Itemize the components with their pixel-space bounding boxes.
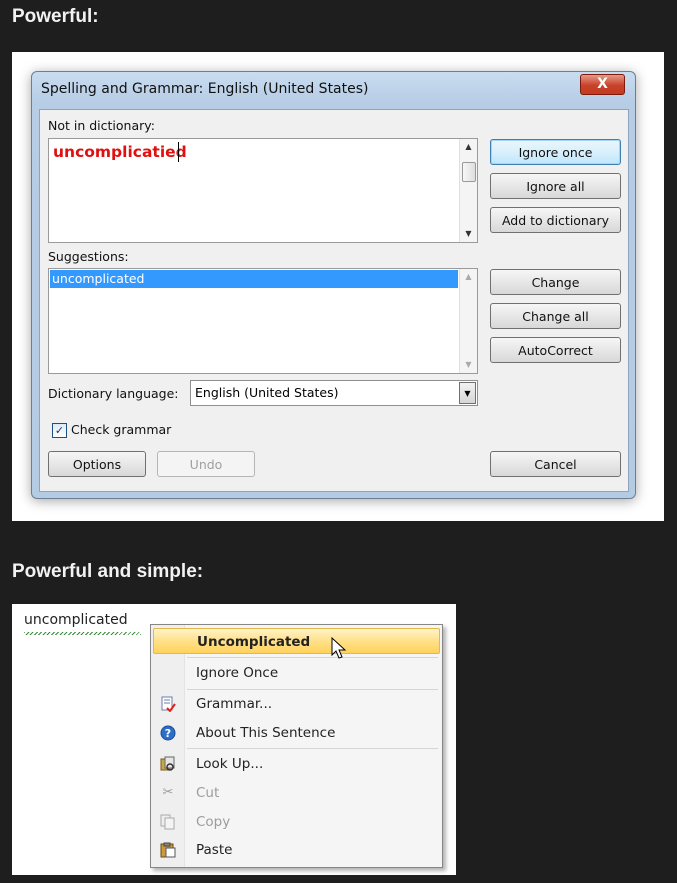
menu-item-cut: ✂ Cut — [153, 780, 440, 806]
menu-item-label: About This Sentence — [196, 725, 336, 741]
spelling-squiggle — [24, 632, 141, 635]
dictionary-language-select[interactable]: English (United States) ▼ — [190, 380, 478, 406]
clipboard-icon — [160, 842, 176, 858]
menu-item-label: Cut — [196, 785, 220, 801]
mouse-pointer-icon — [331, 636, 349, 665]
menu-separator — [187, 748, 438, 749]
suggestions-scrollbar[interactable]: ▲ ▼ — [459, 269, 477, 373]
menu-item-about-this-sentence[interactable]: ? About This Sentence — [153, 720, 440, 746]
not-in-dictionary-textbox[interactable]: uncomplicatied ▲ ▼ — [48, 138, 478, 243]
heading-powerful: Powerful: — [12, 6, 99, 27]
suggestion-item-selected[interactable]: uncomplicated — [50, 270, 458, 288]
ignore-all-button[interactable]: Ignore all — [490, 173, 621, 199]
research-icon — [160, 756, 176, 772]
undo-button: Undo — [157, 451, 255, 477]
dialog-title: Spelling and Grammar: English (United St… — [41, 81, 369, 97]
text-caret — [178, 142, 179, 162]
menu-item-paste[interactable]: Paste — [153, 837, 440, 863]
menu-item-suggestion-uncomplicated[interactable]: Uncomplicated — [153, 628, 440, 654]
dialog-body: Not in dictionary: uncomplicatied ▲ ▼ Su… — [39, 109, 629, 492]
dropdown-arrow-icon[interactable]: ▼ — [459, 382, 476, 404]
not-in-dictionary-label: Not in dictionary: — [48, 118, 155, 133]
close-button[interactable]: X — [580, 74, 625, 95]
context-menu-screenshot: uncomplicated Uncomplicated Ignore Once … — [12, 604, 456, 875]
menu-item-copy: Copy — [153, 809, 440, 835]
options-button[interactable]: Options — [48, 451, 146, 477]
suggestions-list[interactable]: uncomplicated ▲ ▼ — [48, 268, 478, 374]
textbox-scrollbar[interactable]: ▲ ▼ — [459, 139, 477, 242]
menu-item-ignore-once[interactable]: Ignore Once — [153, 660, 440, 686]
suggestions-label: Suggestions: — [48, 249, 129, 264]
document-word[interactable]: uncomplicated — [24, 612, 128, 628]
cancel-button[interactable]: Cancel — [490, 451, 621, 477]
menu-item-label: Copy — [196, 814, 231, 830]
menu-item-label: Paste — [196, 842, 233, 858]
grammar-icon — [160, 696, 176, 713]
spelling-dialog-screenshot: Spelling and Grammar: English (United St… — [12, 52, 664, 521]
check-grammar-label[interactable]: Check grammar — [71, 422, 171, 437]
check-grammar-checkbox[interactable]: ✓ — [52, 423, 67, 438]
scroll-down-arrow-icon[interactable]: ▼ — [460, 357, 477, 373]
menu-separator — [187, 689, 438, 690]
menu-item-grammar[interactable]: Grammar... — [153, 691, 440, 717]
scroll-up-arrow-icon[interactable]: ▲ — [460, 139, 477, 155]
scissors-icon: ✂ — [162, 785, 174, 800]
dictionary-language-value: English (United States) — [195, 385, 339, 400]
misspelled-word: uncomplicatied — [53, 143, 187, 161]
menu-item-label: Look Up... — [196, 756, 264, 772]
menu-item-label: Grammar... — [196, 696, 273, 712]
scroll-down-arrow-icon[interactable]: ▼ — [460, 226, 477, 242]
dictionary-language-label: Dictionary language: — [48, 386, 179, 401]
menu-item-label: Uncomplicated — [197, 634, 311, 650]
autocorrect-button[interactable]: AutoCorrect — [490, 337, 621, 363]
spelling-grammar-dialog: Spelling and Grammar: English (United St… — [31, 71, 636, 499]
menu-separator — [187, 657, 438, 658]
ignore-once-button[interactable]: Ignore once — [490, 139, 621, 165]
scroll-up-arrow-icon[interactable]: ▲ — [460, 269, 477, 285]
change-all-button[interactable]: Change all — [490, 303, 621, 329]
scroll-thumb[interactable] — [462, 162, 476, 182]
help-icon: ? — [160, 725, 176, 741]
menu-item-label: Ignore Once — [196, 665, 279, 681]
copy-icon — [160, 814, 176, 830]
heading-powerful-and-simple: Powerful and simple: — [12, 561, 204, 582]
svg-text:?: ? — [165, 727, 171, 740]
add-to-dictionary-button[interactable]: Add to dictionary — [490, 207, 621, 233]
change-button[interactable]: Change — [490, 269, 621, 295]
spelling-context-menu: Uncomplicated Ignore Once Grammar... ? A… — [150, 624, 443, 868]
menu-item-look-up[interactable]: Look Up... — [153, 751, 440, 777]
